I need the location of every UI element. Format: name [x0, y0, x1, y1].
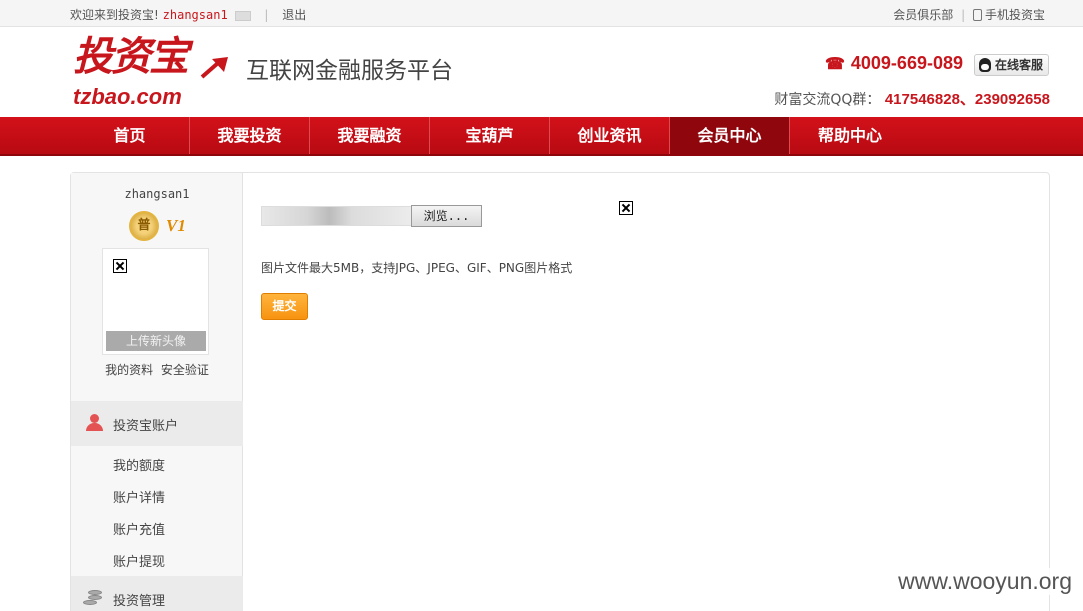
- browse-button[interactable]: 浏览...: [411, 205, 482, 227]
- profile-links: 我的资料 安全验证: [71, 361, 243, 378]
- qq-group-label: 财富交流QQ群：: [774, 92, 881, 108]
- top-links: 会员俱乐部 | 手机投资宝: [893, 6, 1045, 23]
- top-bar: 欢迎来到投资宝! zhangsan1 | 退出 会员俱乐部 | 手机投资宝: [0, 0, 1083, 27]
- member-panel: zhangsan1 普 V1 上传新头像 我的资料 安全验证 投资宝账户 我的额…: [70, 172, 1050, 611]
- submit-button[interactable]: 提交: [261, 293, 308, 320]
- qq-group-info: 财富交流QQ群： 417546828、239092658: [774, 88, 1050, 109]
- welcome-text: 欢迎来到投资宝!: [70, 8, 159, 22]
- nav-financing[interactable]: 我要融资: [310, 117, 430, 154]
- sidebar-item-withdraw[interactable]: 账户提现: [113, 551, 165, 570]
- nav-startup-news[interactable]: 创业资讯: [550, 117, 670, 154]
- security-verify-link[interactable]: 安全验证: [161, 363, 209, 377]
- section-title: 投资宝账户: [113, 419, 179, 434]
- logo-domain[interactable]: tzbao.com: [73, 86, 182, 108]
- nav-member-center[interactable]: 会员中心: [670, 117, 790, 154]
- username-link[interactable]: zhangsan1: [163, 8, 228, 22]
- mobile-link[interactable]: 手机投资宝: [985, 8, 1045, 22]
- club-link[interactable]: 会员俱乐部: [893, 8, 953, 22]
- my-profile-link[interactable]: 我的资料: [105, 363, 153, 377]
- avatar: 上传新头像: [102, 248, 209, 355]
- logo[interactable]: 投资宝: [73, 37, 189, 77]
- nav-help-center[interactable]: 帮助中心: [790, 117, 910, 154]
- file-path-input[interactable]: [261, 206, 413, 226]
- upload-avatar-button[interactable]: 上传新头像: [106, 331, 206, 351]
- sidebar-item-account-details[interactable]: 账户详情: [113, 487, 165, 506]
- sidebar-username: zhangsan1: [124, 187, 190, 201]
- nav-home[interactable]: 首页: [70, 117, 190, 154]
- nav-invest[interactable]: 我要投资: [190, 117, 310, 154]
- sidebar: zhangsan1 普 V1 上传新头像 我的资料 安全验证 投资宝账户 我的额…: [71, 173, 243, 611]
- telephone-icon: ☎: [824, 56, 845, 73]
- divider: |: [264, 8, 269, 22]
- sidebar-section-account[interactable]: 投资宝账户: [71, 401, 243, 446]
- watermark: www.wooyun.org: [896, 568, 1074, 595]
- sidebar-section-invest-manage[interactable]: 投资管理: [71, 576, 243, 611]
- qq-group-numbers: 417546828、239092658: [884, 91, 1050, 108]
- upload-hint: 图片文件最大5MB，支持JPG、JPEG、GIF、PNG图片格式: [261, 261, 573, 275]
- qq-penguin-icon: [979, 58, 991, 72]
- main-nav: 首页 我要投资 我要融资 宝葫芦 创业资讯 会员中心 帮助中心: [0, 117, 1083, 156]
- member-level-badge: 普: [129, 211, 159, 241]
- hotline: ☎ 4009-669-089: [825, 53, 963, 74]
- broken-image-icon: [113, 259, 127, 273]
- broken-image-icon: [619, 201, 633, 215]
- user-icon: [85, 414, 103, 432]
- welcome-area: 欢迎来到投资宝! zhangsan1 | 退出: [70, 6, 306, 23]
- section-title: 投资管理: [113, 594, 166, 609]
- avatar-upload-form: 浏览... 图片文件最大5MB，支持JPG、JPEG、GIF、PNG图片格式 提…: [244, 173, 1050, 611]
- sidebar-item-recharge[interactable]: 账户充值: [113, 519, 165, 538]
- sidebar-item-quota[interactable]: 我的额度: [113, 455, 165, 474]
- coins-icon: [83, 590, 103, 607]
- online-service-label: 在线客服: [995, 58, 1044, 72]
- logout-link[interactable]: 退出: [282, 8, 306, 22]
- mobile-phone-icon: [972, 9, 982, 21]
- logo-arrow-icon: [200, 57, 228, 79]
- online-service-button[interactable]: 在线客服: [974, 54, 1049, 76]
- hotline-number: 4009-669-089: [850, 53, 963, 73]
- nav-baohulu[interactable]: 宝葫芦: [430, 117, 550, 154]
- vip-level-badge: V1: [166, 216, 186, 235]
- slogan: 互联网金融服务平台: [246, 58, 453, 84]
- mail-icon[interactable]: [234, 10, 251, 21]
- divider: |: [961, 8, 966, 22]
